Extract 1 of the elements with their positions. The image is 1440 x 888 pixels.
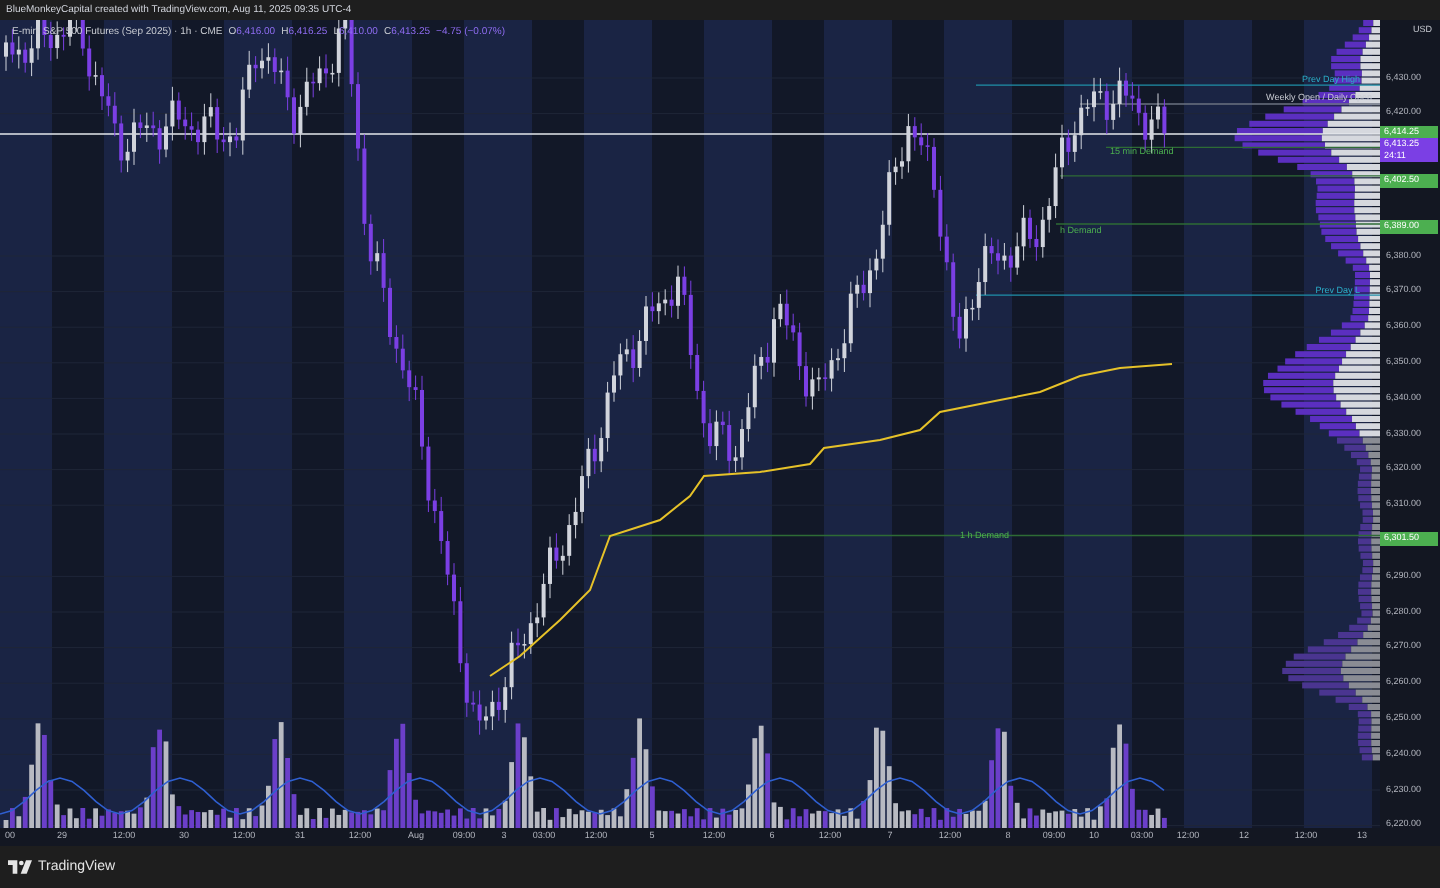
tradingview-logo-icon — [8, 860, 32, 874]
